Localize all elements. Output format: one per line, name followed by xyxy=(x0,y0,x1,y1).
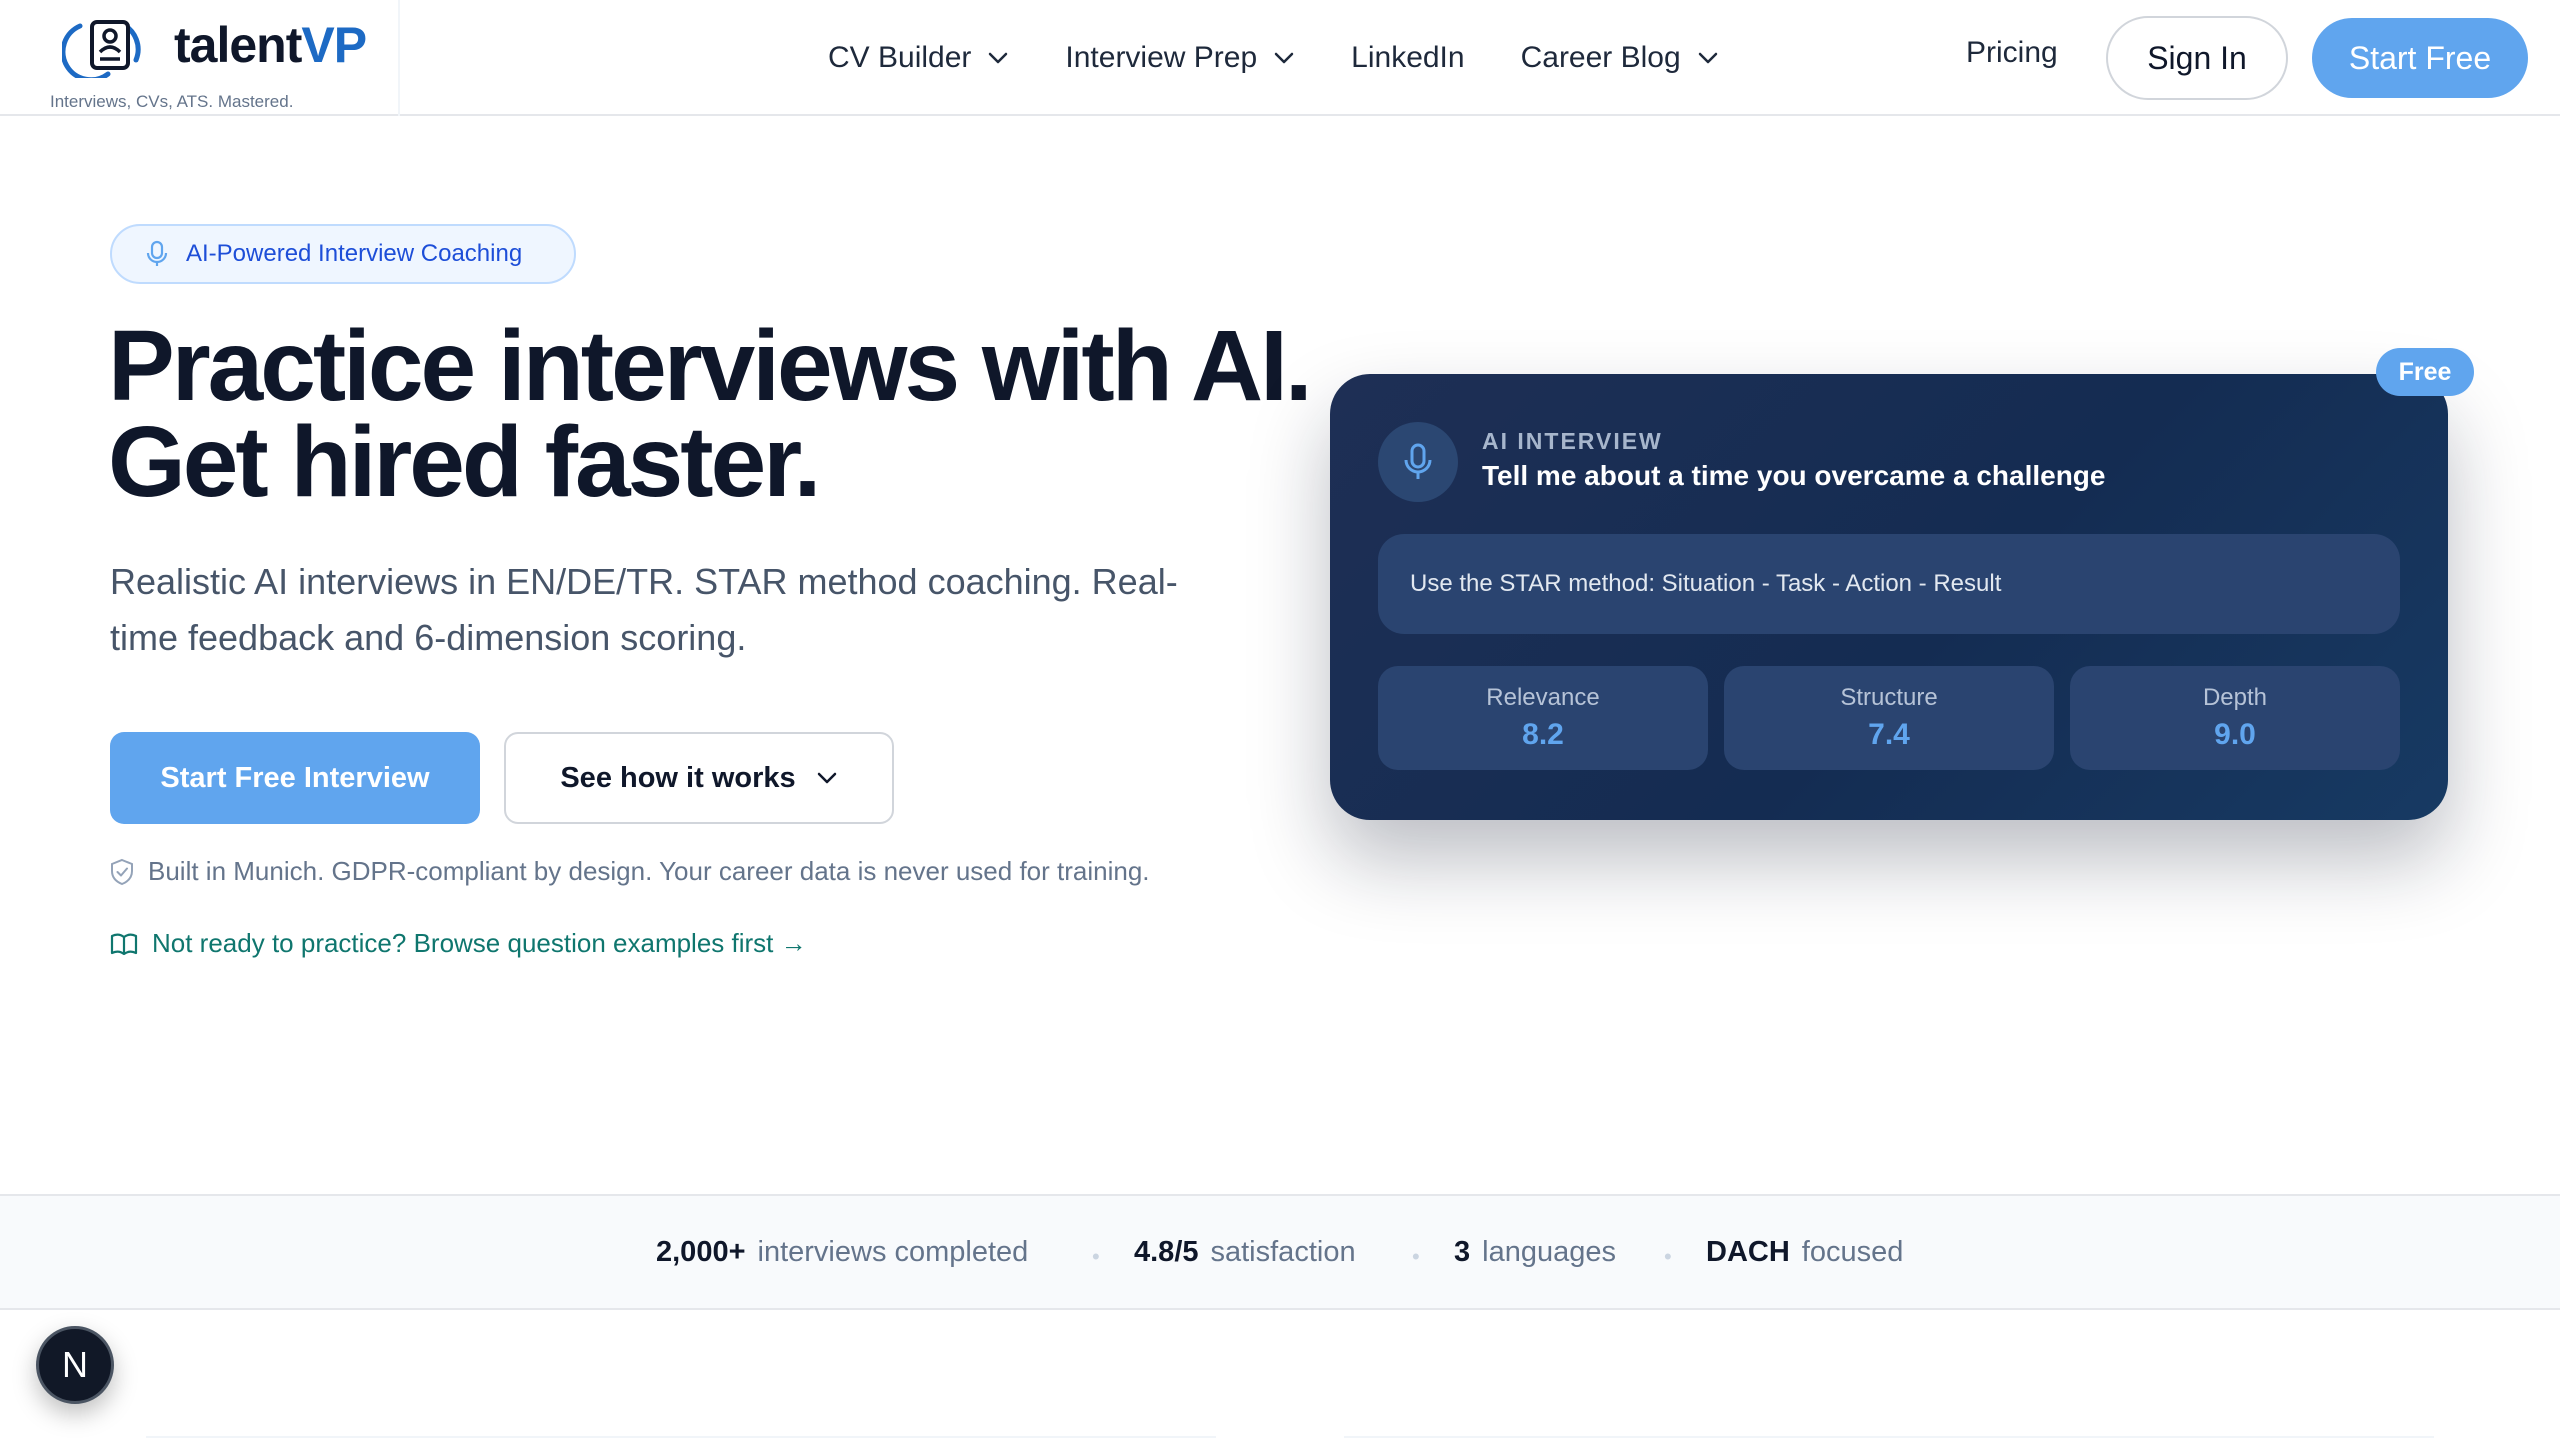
ai-interview-preview-card: AI INTERVIEW Tell me about a time you ov… xyxy=(1330,374,2448,820)
stat-satisfaction: 4.8/5 satisfaction xyxy=(1134,1236,1356,1269)
stat-label: interviews completed xyxy=(757,1236,1029,1268)
trust-note-text: Built in Munich. GDPR-compliant by desig… xyxy=(148,856,1150,886)
mic-avatar xyxy=(1378,422,1458,502)
nav-career-blog-label: Career Blog xyxy=(1520,41,1681,74)
sign-in-button[interactable]: Sign In xyxy=(2106,16,2288,100)
browse-questions-link[interactable]: Not ready to practice? Browse question e… xyxy=(110,928,807,959)
nav-pricing-link[interactable]: Pricing xyxy=(1966,36,2058,70)
nav-linkedin[interactable]: LinkedIn xyxy=(1351,41,1464,75)
browse-questions-label: Not ready to practice? Browse question e… xyxy=(152,928,807,958)
stat-label: languages xyxy=(1482,1236,1616,1268)
stat-region: DACH focused xyxy=(1706,1236,1903,1269)
stat-value: 3 xyxy=(1454,1236,1471,1268)
stat-value: DACH xyxy=(1706,1236,1790,1268)
score-value: 7.4 xyxy=(1868,718,1910,751)
headline-line-2: Get hired faster. xyxy=(108,406,821,518)
chevron-down-icon xyxy=(989,52,1008,64)
stats-bar: 2,000+ interviews completed • 4.8/5 satisf… xyxy=(0,1194,2560,1310)
section-divider xyxy=(146,1436,1216,1438)
microphone-icon xyxy=(146,240,168,266)
nav-interview-prep-label: Interview Prep xyxy=(1065,41,1258,74)
score-label: Relevance xyxy=(1486,684,1600,711)
stat-value: 4.8/5 xyxy=(1134,1236,1199,1268)
score-structure: Structure 7.4 xyxy=(1724,666,2054,770)
trust-note: Built in Munich. GDPR-compliant by desig… xyxy=(110,856,1150,887)
shield-check-icon xyxy=(111,858,133,885)
nav-linkedin-label: LinkedIn xyxy=(1351,41,1465,74)
score-value: 8.2 xyxy=(1522,718,1564,751)
start-free-button[interactable]: Start Free xyxy=(2312,18,2528,98)
open-book-icon xyxy=(110,933,138,955)
star-method-hint: Use the STAR method: Situation - Task - … xyxy=(1378,534,2400,634)
logo-wordmark: talentVP xyxy=(174,17,367,73)
stat-label: focused xyxy=(1801,1236,1904,1268)
microphone-icon xyxy=(1404,443,1432,479)
see-how-it-works-label: See how it works xyxy=(560,761,796,794)
stat-languages: 3 languages xyxy=(1454,1236,1616,1269)
stat-label: satisfaction xyxy=(1210,1236,1356,1268)
hero-subtext: Realistic AI interviews in EN/DE/TR. STA… xyxy=(110,561,1178,658)
hero-headline: Practice interviews with AI. Get hired f… xyxy=(108,310,1313,518)
chevron-down-icon xyxy=(1274,52,1294,64)
main-menu: CV Builder Interview Prep LinkedIn Caree… xyxy=(828,30,1775,86)
see-how-it-works-button[interactable]: See how it works xyxy=(504,732,894,824)
stat-separator: • xyxy=(1092,1244,1100,1269)
badge-label: AI-Powered Interview Coaching xyxy=(186,240,523,267)
nav-cv-builder[interactable]: CV Builder xyxy=(828,41,1009,75)
top-navigation: talentVP Interviews, CVs, ATS. Mastered.… xyxy=(0,0,2560,116)
dev-tools-badge[interactable]: N xyxy=(36,1326,114,1404)
stat-value: 2,000+ xyxy=(656,1236,746,1268)
logo-tagline: Interviews, CVs, ATS. Mastered. xyxy=(50,92,294,111)
start-free-interview-button[interactable]: Start Free Interview xyxy=(110,732,480,824)
interview-question: Tell me about a time you overcame a chal… xyxy=(1482,460,2106,491)
free-badge: Free xyxy=(2376,348,2474,396)
chevron-down-icon xyxy=(817,772,836,784)
card-kicker: AI INTERVIEW xyxy=(1482,428,1663,454)
score-label: Depth xyxy=(2202,684,2268,711)
nav-career-blog[interactable]: Career Blog xyxy=(1521,41,1719,75)
stat-separator: • xyxy=(1664,1244,1672,1269)
logo[interactable]: talentVP Interviews, CVs, ATS. Mastered. xyxy=(28,0,400,116)
stat-separator: • xyxy=(1412,1244,1420,1269)
stat-interviews: 2,000+ interviews completed xyxy=(656,1236,1028,1269)
headline-line-1: Practice interviews with AI. xyxy=(108,310,1313,422)
section-divider xyxy=(1344,1436,2434,1438)
score-relevance: Relevance 8.2 xyxy=(1378,666,1708,770)
nav-cv-builder-label: CV Builder xyxy=(828,41,972,74)
score-value: 9.0 xyxy=(2214,718,2256,751)
score-label: Structure xyxy=(1840,684,1938,711)
resume-logo-icon xyxy=(62,20,141,78)
score-depth: Depth 9.0 xyxy=(2070,666,2400,770)
ai-coaching-badge: AI-Powered Interview Coaching xyxy=(110,224,576,284)
nav-interview-prep[interactable]: Interview Prep xyxy=(1065,41,1295,75)
chevron-down-icon xyxy=(1698,52,1717,64)
